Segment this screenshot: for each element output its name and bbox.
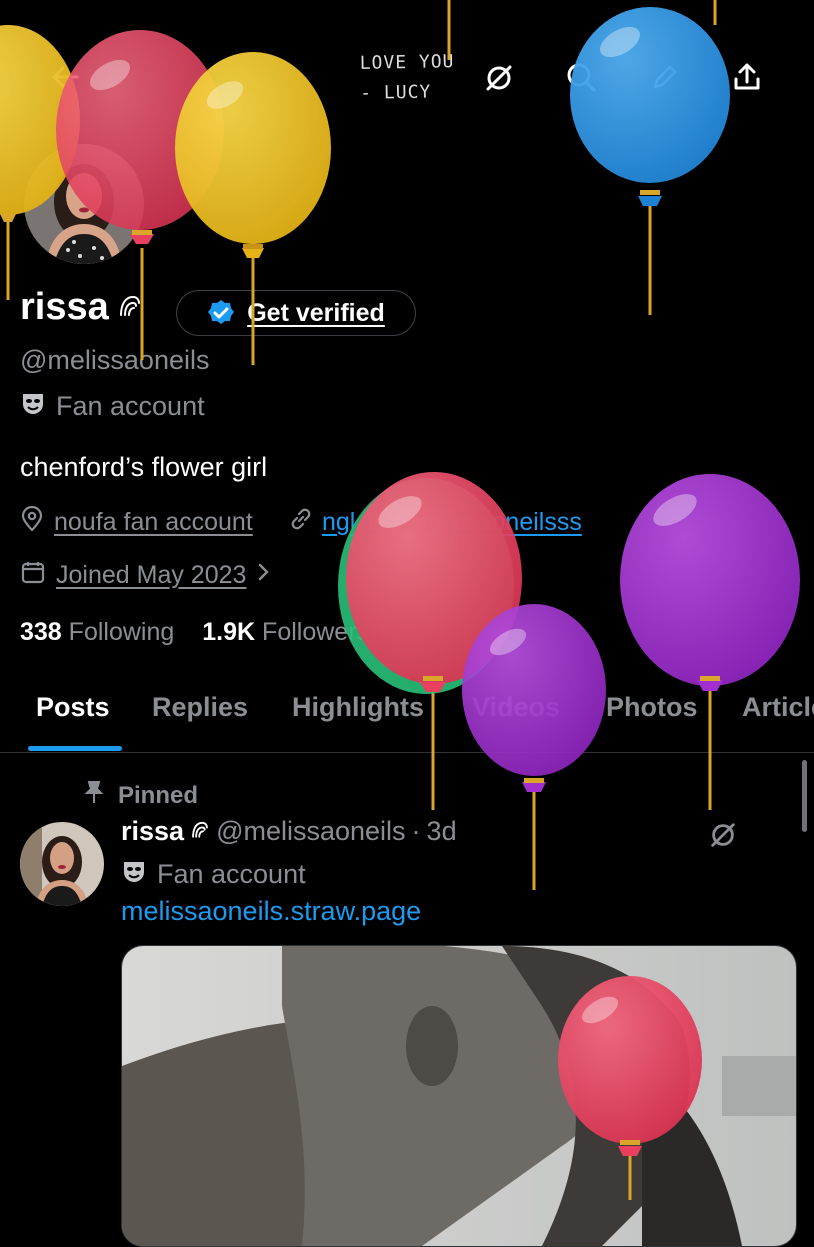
post-link[interactable]: melissaoneils.straw.page xyxy=(121,896,421,927)
post-account-label: Fan account xyxy=(157,859,306,889)
verified-badge-icon xyxy=(208,300,235,324)
fan-mask-icon xyxy=(20,390,46,423)
post-separator: · xyxy=(411,816,421,846)
followers-count: 1.9K xyxy=(202,618,256,646)
location-text: noufa fan account xyxy=(54,508,253,536)
profile-bio: chenford’s flower girl xyxy=(20,452,268,482)
fan-mask-icon xyxy=(121,858,147,891)
note-line-1: LOVE YOU xyxy=(359,51,455,74)
post-avatar[interactable] xyxy=(20,822,104,906)
post-author-name[interactable]: rissa xyxy=(121,816,184,847)
get-verified-button[interactable]: Get verified xyxy=(176,290,416,336)
post-time: 3d xyxy=(426,816,457,846)
note-line-2: - LUCY xyxy=(360,81,432,104)
location-pin-icon xyxy=(20,505,44,539)
following-stat[interactable]: 338 Following xyxy=(20,618,174,647)
tab-photos[interactable]: Photos xyxy=(606,692,698,723)
tab-highlights[interactable]: Highlights xyxy=(292,692,424,723)
get-verified-label: Get verified xyxy=(247,298,385,327)
scrollbar[interactable] xyxy=(802,760,807,832)
tab-videos[interactable]: Videos xyxy=(472,692,560,723)
grok-icon[interactable] xyxy=(706,818,740,852)
tab-replies[interactable]: Replies xyxy=(152,692,248,723)
tab-posts[interactable]: Posts xyxy=(36,692,110,723)
active-tab-indicator xyxy=(28,746,122,751)
profile-tabs: Posts Replies Highlights Videos Photos A… xyxy=(0,680,814,753)
link-icon xyxy=(288,506,314,539)
profile-avatar[interactable] xyxy=(20,140,148,268)
followers-label: Followers xyxy=(262,618,370,646)
pin-icon xyxy=(84,780,104,811)
account-label: Fan account xyxy=(56,391,205,421)
chevron-right-icon[interactable] xyxy=(256,561,272,590)
followers-stat[interactable]: 1.9K Followers xyxy=(202,618,369,647)
fan-account-emblem-icon xyxy=(117,291,143,324)
grok-icon[interactable] xyxy=(482,61,516,95)
profile-name: rissa xyxy=(20,286,109,328)
post-author-handle[interactable]: @melissaoneils xyxy=(216,816,405,847)
pinned-label: Pinned xyxy=(118,781,199,809)
search-icon[interactable] xyxy=(564,60,598,94)
tab-articles[interactable]: Articles xyxy=(742,692,814,723)
share-icon[interactable] xyxy=(730,60,764,94)
website-link[interactable]: ngl.link/melissaoneilsss xyxy=(322,508,582,537)
following-label: Following xyxy=(68,618,175,646)
joined-date: Joined May 2023 xyxy=(56,561,247,589)
fan-account-emblem-icon xyxy=(190,816,210,847)
back-arrow-icon[interactable] xyxy=(48,60,82,94)
handwritten-note: LOVE YOU - LUCY xyxy=(359,47,455,109)
following-count: 338 xyxy=(20,618,62,646)
profile-handle: @melissaoneils xyxy=(20,345,210,375)
calendar-icon xyxy=(20,559,46,592)
post-media-image[interactable] xyxy=(121,945,797,1247)
edit-pencil-icon[interactable] xyxy=(648,60,682,94)
